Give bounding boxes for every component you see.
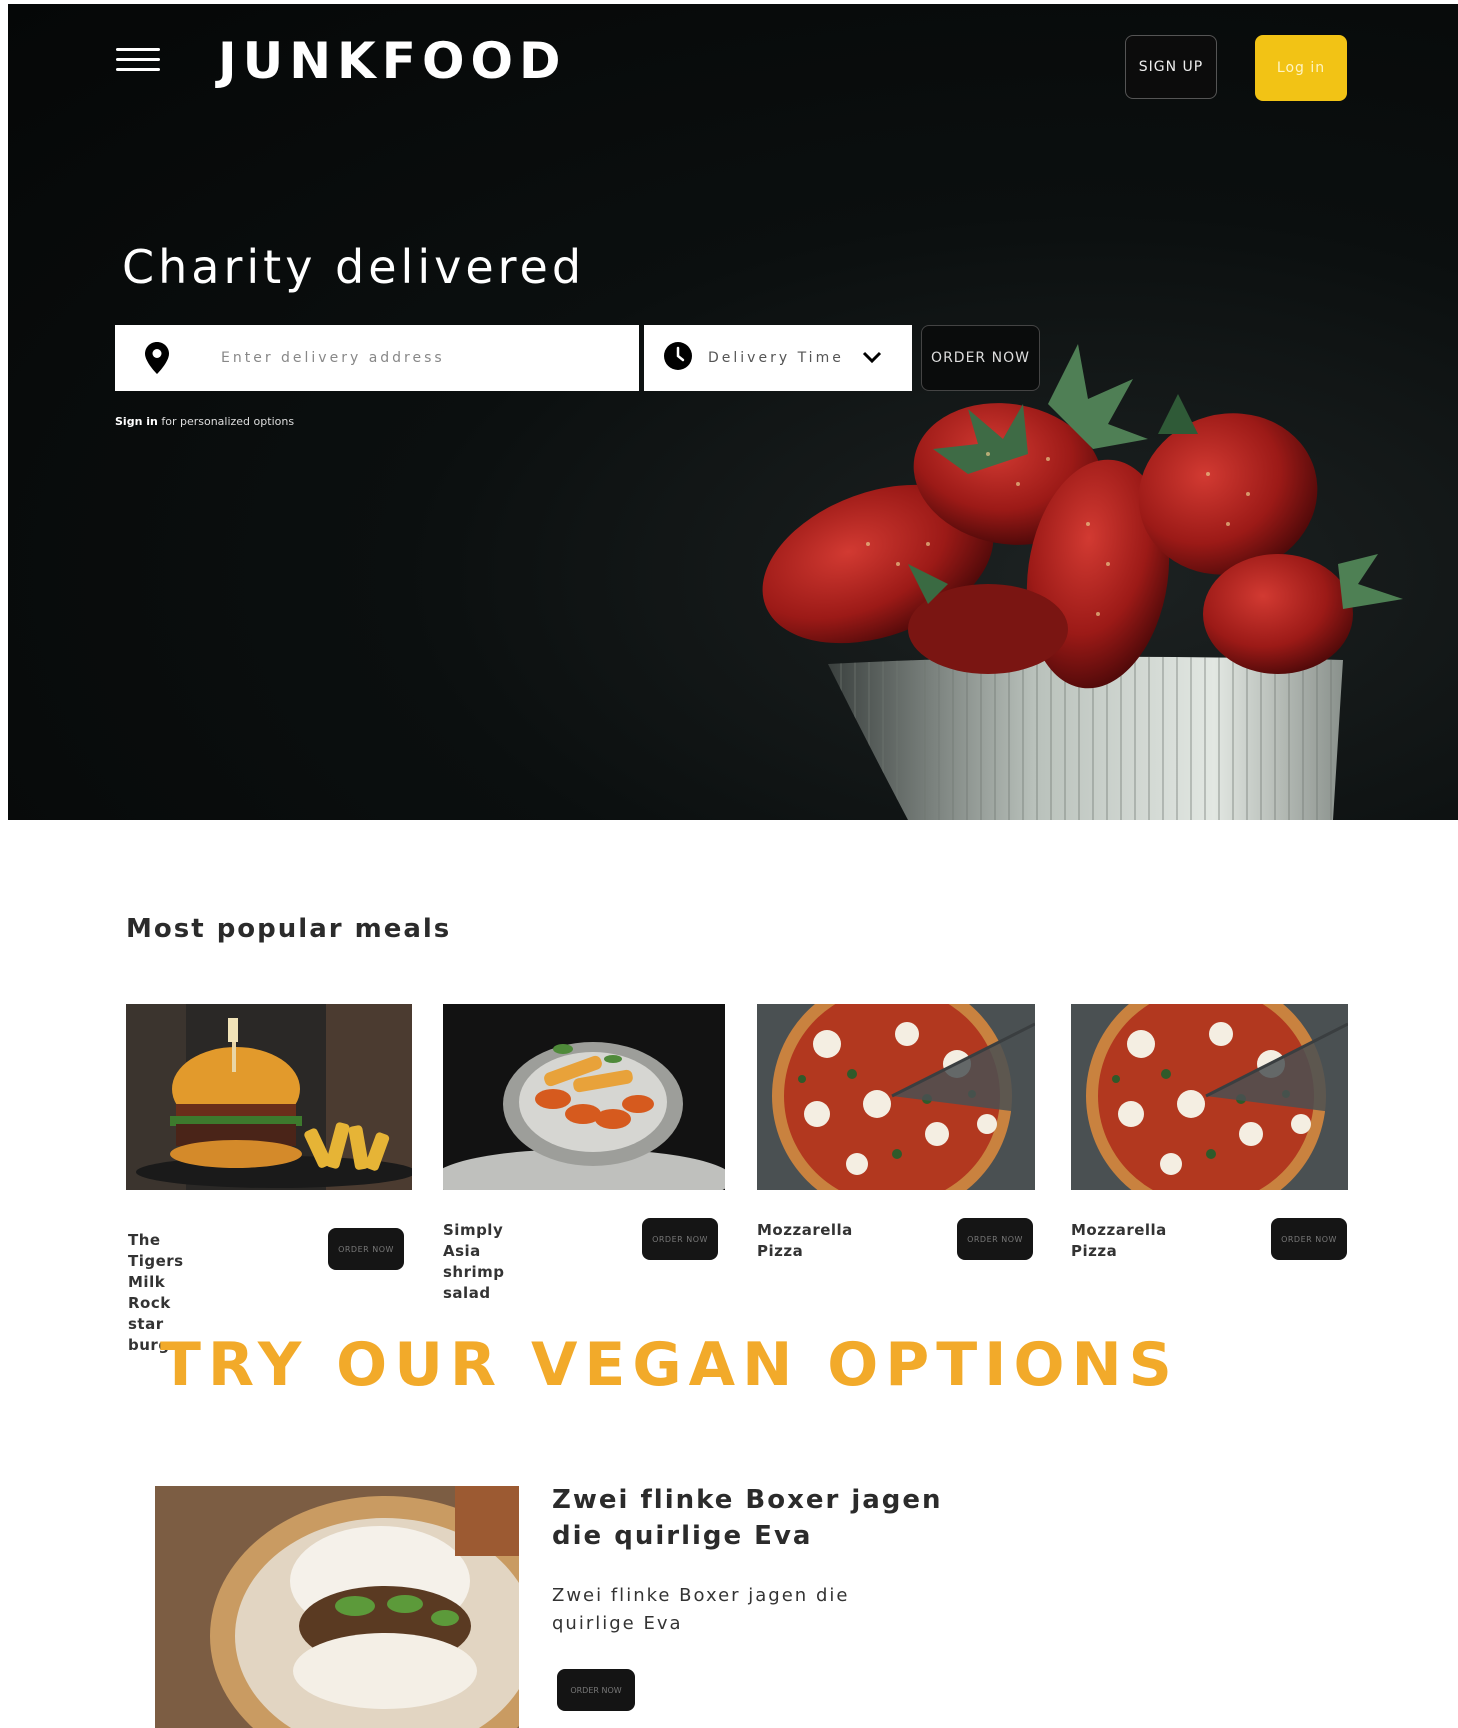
signin-note-text: for personalized options (157, 415, 295, 428)
meal-name-line2: salad (443, 1284, 491, 1302)
pizza-image (1071, 1004, 1348, 1190)
site-logo[interactable]: JUNKFOOD (218, 32, 566, 90)
order-now-button[interactable]: ORDER NOW (1271, 1218, 1347, 1260)
hero-section: JUNKFOOD SIGN UP Log in Charity delivere… (8, 4, 1458, 820)
address-input[interactable] (219, 349, 603, 367)
order-now-button[interactable]: ORDER NOW (921, 325, 1040, 391)
vegan-heading: Zwei flinke Boxer jagen die quirlige Eva (552, 1485, 943, 1551)
login-button[interactable]: Log in (1255, 35, 1347, 101)
address-field[interactable] (115, 325, 639, 391)
meal-name-line1: Mozzarella Pizza (1071, 1221, 1167, 1260)
meal-name: Simply Asia shrimp salad (443, 1220, 505, 1304)
vegan-description: Zwei flinke Boxer jagen die quirlige Eva (552, 1585, 850, 1634)
meal-name: Mozzarella Pizza (1071, 1220, 1167, 1262)
pizza-image (757, 1004, 1035, 1190)
order-now-button[interactable]: ORDER NOW (328, 1228, 404, 1270)
meal-name-line1: Simply Asia shrimp (443, 1221, 505, 1281)
menu-icon[interactable] (116, 48, 160, 72)
order-now-button[interactable]: ORDER NOW (957, 1218, 1033, 1260)
meal-name-line1: Mozzarella Pizza (757, 1221, 853, 1260)
delivery-time-label: Delivery Time (708, 350, 844, 366)
order-now-button[interactable]: ORDER NOW (642, 1218, 718, 1260)
signin-link[interactable]: Sign in (115, 415, 158, 428)
order-now-button[interactable]: ORDER NOW (557, 1669, 635, 1711)
vegan-bao-image (155, 1486, 519, 1728)
popular-meals-title: Most popular meals (126, 914, 452, 944)
meal-name: Mozzarella Pizza (757, 1220, 853, 1262)
meal-name-line1: The Tigers Milk (128, 1231, 184, 1291)
delivery-time-select[interactable]: Delivery Time (644, 325, 912, 391)
vegan-section-title: TRY OUR VEGAN OPTIONS (160, 1330, 1179, 1400)
clock-icon (664, 342, 692, 374)
shrimp-salad-image (443, 1004, 725, 1190)
burger-image (126, 1004, 412, 1190)
location-pin-icon (137, 342, 177, 374)
signin-note: Sign in for personalized options (115, 415, 294, 428)
chevron-down-icon (862, 349, 882, 368)
strawberry-bowl-image (762, 344, 1403, 820)
signup-button[interactable]: SIGN UP (1125, 35, 1217, 99)
hero-headline: Charity delivered (122, 240, 586, 294)
